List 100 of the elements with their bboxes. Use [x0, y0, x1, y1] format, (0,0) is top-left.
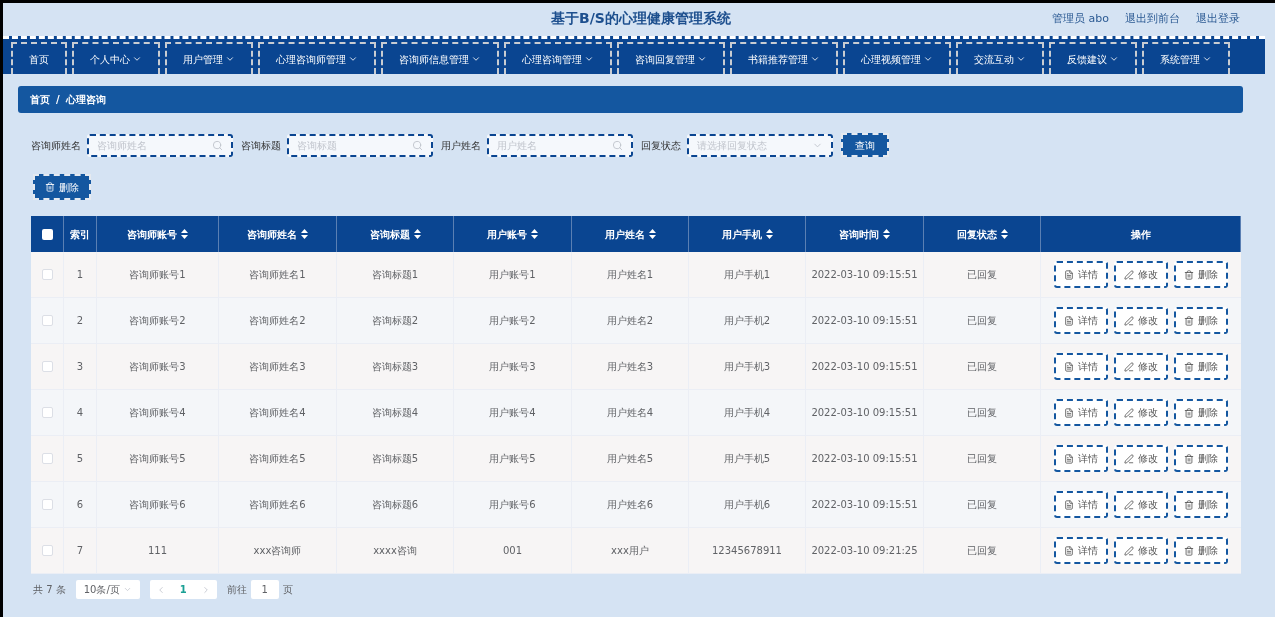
row-checkbox[interactable] — [41, 453, 53, 464]
sort-icon[interactable] — [531, 229, 538, 239]
goto-label: 前往 — [226, 583, 247, 597]
table-cell-text: 用户姓名6 — [606, 498, 654, 512]
detail-button[interactable]: 详情 — [1054, 261, 1108, 288]
header-link[interactable]: 退出到前台 — [1125, 11, 1180, 28]
nav-item[interactable]: 系统管理 — [1142, 42, 1230, 74]
nav-item[interactable]: 咨询回复管理 — [617, 42, 725, 74]
select-all-checkbox[interactable] — [41, 228, 53, 240]
chevron-down-icon — [1109, 54, 1119, 64]
nav-item[interactable]: 心理视频管理 — [843, 42, 951, 74]
table-cell-text: 用户手机3 — [723, 360, 771, 374]
page-size-select[interactable]: 10条/页 — [75, 580, 140, 599]
table-cell-text: 用户手机1 — [723, 268, 771, 282]
detail-button[interactable]: 详情 — [1054, 399, 1108, 426]
document-icon — [1064, 315, 1074, 326]
nav-item[interactable]: 心理咨询管理 — [504, 42, 612, 74]
sort-icon[interactable] — [181, 229, 188, 239]
sort-icon[interactable] — [413, 229, 421, 239]
table-cell-text: 用户账号4 — [489, 406, 536, 420]
goto-suffix: 页 — [282, 583, 293, 597]
table-cell-text: 咨询标题4 — [371, 406, 419, 420]
table-cell-text: 用户手机6 — [723, 498, 771, 512]
table-cell-text: 111 — [147, 544, 168, 558]
table-cell-text: 2022-03-10 09:15:51 — [811, 406, 918, 420]
nav-item[interactable]: 交流互动 — [956, 42, 1044, 74]
table-cell-text: 咨询师姓名2 — [249, 314, 306, 328]
table-cell-text: 咨询师账号3 — [129, 360, 186, 374]
detail-button[interactable]: 详情 — [1054, 537, 1108, 564]
sort-icon[interactable] — [883, 229, 890, 239]
delete-button[interactable]: 删除 — [1174, 537, 1228, 564]
delete-button[interactable]: 删除 — [1174, 491, 1228, 518]
filter-label: 用户姓名 — [441, 138, 481, 153]
row-checkbox[interactable] — [41, 315, 53, 326]
row-checkbox[interactable] — [41, 361, 53, 372]
row-checkbox[interactable] — [41, 545, 53, 556]
edit-button[interactable]: 修改 — [1114, 537, 1168, 564]
sort-icon[interactable] — [301, 229, 308, 239]
table-cell-text: 用户账号6 — [489, 498, 536, 512]
nav-item[interactable]: 咨询师信息管理 — [381, 42, 499, 74]
table-cell-text: 用户账号3 — [489, 360, 536, 374]
edit-button[interactable]: 修改 — [1114, 307, 1168, 334]
document-icon — [1064, 453, 1074, 464]
header-link[interactable]: 管理员 abo — [1052, 11, 1109, 28]
table-cell-text: 3 — [76, 360, 84, 374]
chevron-down-icon — [1016, 54, 1026, 64]
row-checkbox[interactable] — [41, 407, 53, 418]
document-icon — [1064, 499, 1074, 510]
detail-button[interactable]: 详情 — [1054, 491, 1108, 518]
breadcrumb-item[interactable]: 首页 — [30, 92, 50, 107]
nav-item[interactable]: 用户管理 — [165, 42, 253, 74]
delete-button[interactable]: 删除 — [33, 174, 91, 200]
sort-icon[interactable] — [1000, 229, 1008, 239]
delete-button[interactable]: 删除 — [1174, 445, 1228, 472]
pen-icon — [1124, 407, 1134, 418]
pen-icon — [1124, 315, 1134, 326]
query-button[interactable]: 查询 — [841, 133, 889, 157]
trash-icon — [1184, 269, 1194, 280]
table-cell-text: 咨询师姓名5 — [249, 452, 306, 466]
table-cell-text: xxx咨询师 — [253, 544, 302, 558]
trash-icon — [1184, 361, 1194, 372]
sort-icon[interactable] — [765, 229, 773, 239]
delete-button[interactable]: 删除 — [1174, 399, 1228, 426]
nav-item[interactable]: 书籍推荐管理 — [730, 42, 838, 74]
trash-icon — [1184, 499, 1194, 510]
table-cell-text: 咨询师姓名1 — [249, 268, 306, 282]
detail-button[interactable]: 详情 — [1054, 353, 1108, 380]
table-cell-text: 咨询师账号4 — [129, 406, 186, 420]
pen-icon — [1124, 361, 1134, 372]
goto-page-field[interactable]: 1 — [250, 580, 279, 599]
table-cell-text: 咨询师账号1 — [129, 268, 186, 282]
table-cell-text: 2022-03-10 09:15:51 — [811, 498, 918, 512]
table-cell-text: 已回复 — [967, 314, 997, 328]
detail-button[interactable]: 详情 — [1054, 307, 1108, 334]
table-cell-text: 已回复 — [967, 406, 997, 420]
table-cell-text: 咨询标题5 — [371, 452, 419, 466]
edit-button[interactable]: 修改 — [1114, 445, 1168, 472]
table-cell-text: 咨询师姓名6 — [249, 498, 306, 512]
nav-item[interactable]: 反馈建议 — [1049, 42, 1137, 74]
delete-button[interactable]: 删除 — [1174, 307, 1228, 334]
edit-button[interactable]: 修改 — [1114, 261, 1168, 288]
nav-item[interactable]: 心理咨询师管理 — [258, 42, 376, 74]
chevron-down-icon — [697, 54, 707, 64]
table-cell-text: 咨询标题1 — [371, 268, 419, 282]
header-link[interactable]: 退出登录 — [1196, 11, 1240, 28]
delete-button[interactable]: 删除 — [1174, 353, 1228, 380]
delete-button[interactable]: 删除 — [1174, 261, 1228, 288]
sort-icon[interactable] — [648, 229, 656, 239]
detail-button[interactable]: 详情 — [1054, 445, 1108, 472]
edit-button[interactable]: 修改 — [1114, 399, 1168, 426]
chevron-down-icon — [471, 54, 481, 64]
pen-icon — [1124, 545, 1134, 556]
nav-item[interactable]: 个人中心 — [72, 42, 160, 74]
table-cell-text: 5 — [76, 452, 84, 466]
edit-button[interactable]: 修改 — [1114, 491, 1168, 518]
nav-item[interactable]: 首页 — [11, 42, 67, 74]
row-checkbox[interactable] — [41, 269, 53, 280]
edit-button[interactable]: 修改 — [1114, 353, 1168, 380]
row-checkbox[interactable] — [41, 499, 53, 510]
table-cell-text: 12345678911 — [712, 544, 782, 558]
